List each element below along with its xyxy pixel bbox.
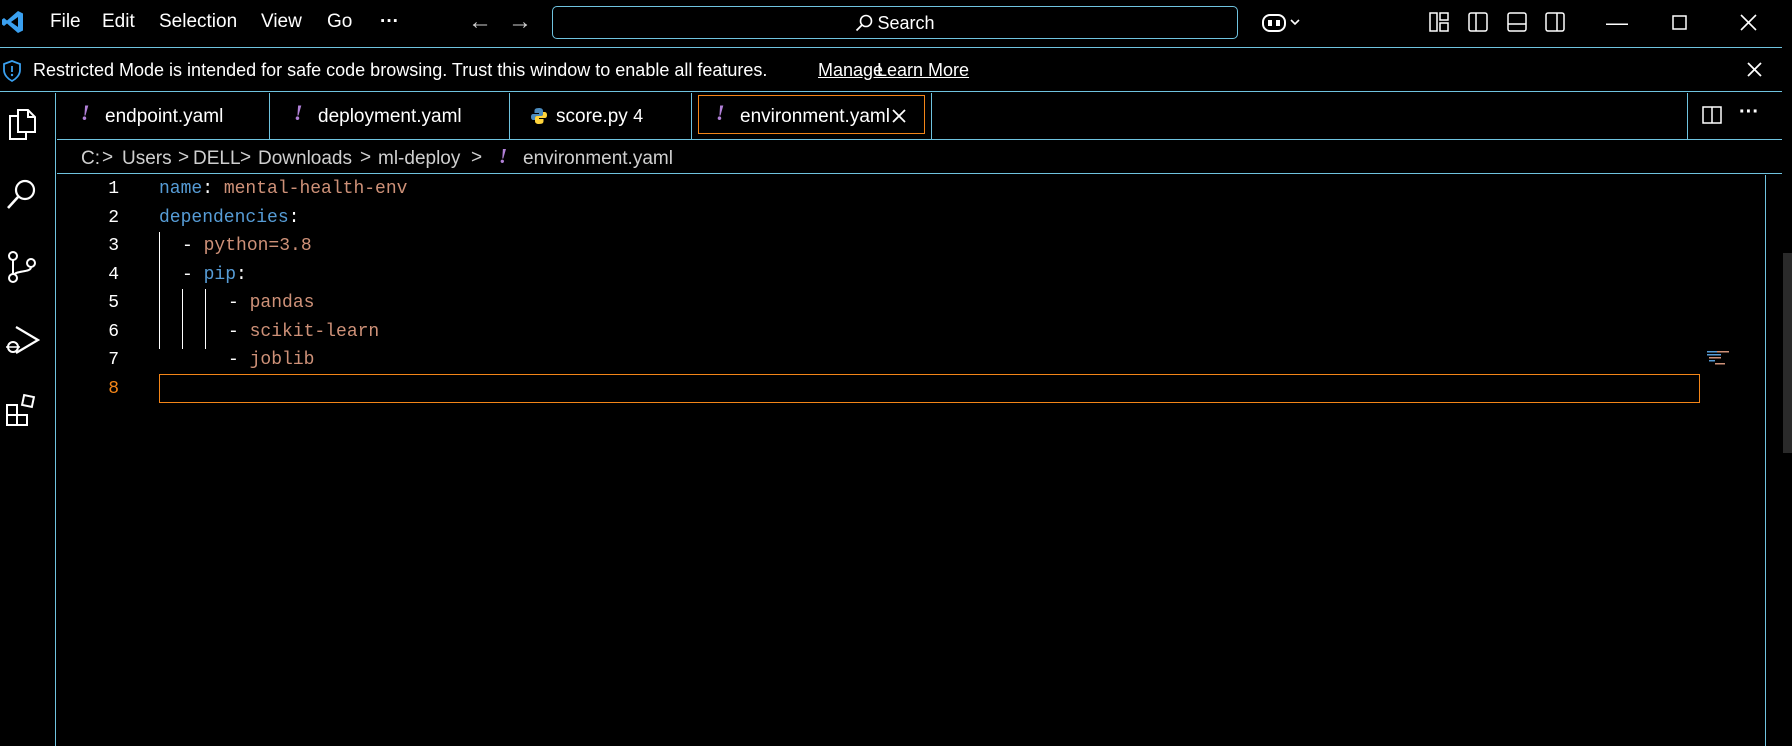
- code-line: dependencies:: [159, 208, 300, 228]
- menu-view[interactable]: View: [261, 11, 302, 33]
- source-control-icon[interactable]: [4, 249, 40, 285]
- manage-link[interactable]: Manage: [818, 60, 883, 81]
- explorer-icon[interactable]: [4, 106, 40, 142]
- line-number-current: 8: [108, 379, 119, 399]
- toggle-primary-sidebar-icon[interactable]: [1468, 12, 1488, 32]
- tab-score-py[interactable]: score.py 4: [510, 93, 692, 140]
- banner-close-icon[interactable]: [1747, 62, 1762, 77]
- tab-label: environment.yaml: [740, 106, 890, 127]
- tab-endpoint-yaml[interactable]: ! endpoint.yaml: [57, 93, 270, 140]
- code-editor[interactable]: 1 2 3 4 5 6 7 8 name: mental-health-env …: [57, 175, 1760, 746]
- minimap[interactable]: [1707, 351, 1731, 365]
- code-line: - scikit-learn: [228, 322, 380, 342]
- arrow-left-icon[interactable]: ←: [468, 8, 492, 36]
- breadcrumb-item[interactable]: Users: [122, 148, 172, 170]
- extensions-icon[interactable]: [4, 393, 40, 429]
- line-number: 4: [108, 265, 119, 285]
- code-line: - joblib: [228, 350, 315, 370]
- chevron-right-icon: >: [471, 147, 483, 168]
- banner-text: Restricted Mode is intended for safe cod…: [33, 60, 768, 80]
- vertical-scrollbar-track[interactable]: [1765, 175, 1766, 746]
- breadcrumb: C: > Users > DELL > Downloads > ml-deplo…: [57, 141, 1782, 174]
- tab-close-icon[interactable]: [892, 109, 906, 123]
- tab-actions-divider: [1687, 93, 1688, 140]
- menu-file[interactable]: File: [50, 11, 81, 33]
- code-line: - pip:: [182, 265, 247, 285]
- toggle-secondary-sidebar-icon[interactable]: [1545, 12, 1565, 32]
- chevron-right-icon: >: [360, 147, 372, 168]
- chevron-right-icon: >: [102, 147, 114, 168]
- activity-bar: [0, 93, 56, 746]
- vscode-logo-icon: [2, 11, 23, 33]
- tab-deployment-yaml[interactable]: ! deployment.yaml: [270, 93, 510, 140]
- menu-selection[interactable]: Selection: [159, 11, 237, 33]
- line-number: 5: [108, 293, 119, 313]
- editor-tabs: ! endpoint.yaml ! deployment.yaml score.…: [57, 93, 1782, 140]
- minimize-icon[interactable]: —: [1606, 10, 1628, 36]
- search-label: Search: [877, 13, 935, 33]
- tab-label: deployment.yaml: [318, 106, 462, 127]
- code-line: - python=3.8: [182, 236, 312, 256]
- breadcrumb-item[interactable]: DELL: [193, 148, 241, 170]
- chevron-right-icon: >: [178, 147, 190, 168]
- breadcrumb-item[interactable]: ml-deploy: [378, 148, 460, 170]
- breadcrumb-item[interactable]: C:: [81, 148, 100, 170]
- learn-more-link[interactable]: Learn More: [877, 60, 969, 81]
- run-debug-icon[interactable]: [4, 321, 40, 357]
- restricted-mode-banner: Restricted Mode is intended for safe cod…: [0, 47, 1782, 92]
- menu-more[interactable]: ···: [380, 11, 399, 33]
- tab-label: endpoint.yaml: [105, 106, 224, 127]
- copilot-icon[interactable]: [1262, 12, 1302, 34]
- python-icon: [531, 108, 547, 124]
- menu-go[interactable]: Go: [327, 11, 352, 33]
- indent-guide: [205, 289, 206, 349]
- yaml-icon: !: [81, 100, 90, 125]
- tab-label-text: score.py: [556, 106, 628, 127]
- tab-environment-yaml[interactable]: ! environment.yaml: [692, 93, 932, 140]
- yaml-icon: !: [716, 100, 725, 125]
- scrollbar-thumb[interactable]: [1783, 253, 1792, 453]
- chevron-right-icon: >: [240, 147, 252, 168]
- breadcrumb-item[interactable]: environment.yaml: [523, 148, 673, 170]
- search-icon[interactable]: [4, 177, 40, 213]
- shield-icon: [3, 60, 21, 82]
- line-number: 1: [108, 179, 119, 199]
- code-line: - pandas: [228, 293, 315, 313]
- code-line: name: mental-health-env: [159, 179, 408, 199]
- breadcrumb-item[interactable]: Downloads: [258, 148, 352, 170]
- toggle-panel-icon[interactable]: [1507, 12, 1527, 32]
- close-icon[interactable]: [1740, 14, 1757, 31]
- tab-label: score.py 4: [556, 106, 643, 128]
- arrow-right-icon[interactable]: →: [508, 8, 532, 36]
- menu-edit[interactable]: Edit: [102, 11, 135, 33]
- maximize-icon[interactable]: [1672, 15, 1687, 30]
- line-number: 6: [108, 322, 119, 342]
- yaml-icon: !: [294, 100, 303, 125]
- more-actions-icon[interactable]: ···: [1739, 101, 1759, 124]
- indent-guide: [159, 232, 160, 349]
- line-number: 3: [108, 236, 119, 256]
- line-number: 7: [108, 350, 119, 370]
- title-bar: File Edit Selection View Go ··· ← → Sear…: [0, 0, 1792, 46]
- problems-badge: 4: [633, 106, 644, 126]
- indent-guide: [182, 289, 183, 349]
- current-line-highlight: [159, 374, 1700, 403]
- line-number: 2: [108, 208, 119, 228]
- command-center-search[interactable]: Search: [552, 6, 1238, 39]
- customize-layout-icon[interactable]: [1429, 12, 1449, 32]
- split-editor-icon[interactable]: [1702, 106, 1722, 124]
- yaml-icon: !: [499, 144, 508, 168]
- search-icon: [856, 14, 873, 32]
